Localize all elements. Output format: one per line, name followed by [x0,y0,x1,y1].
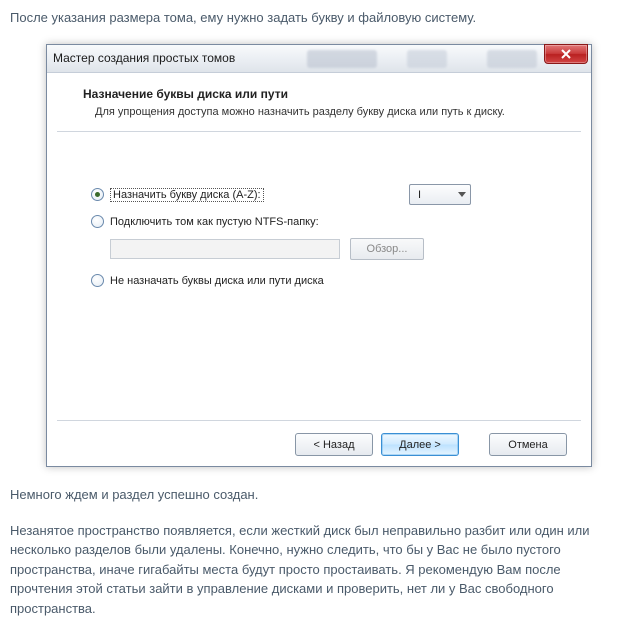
wizard-body: Назначить букву диска (A-Z): I Подключит… [63,132,575,420]
blur-decoration [307,50,377,68]
blur-decoration [487,50,537,68]
next-button[interactable]: Далее > [381,433,459,456]
blur-decoration [407,50,447,68]
wizard-dialog: Мастер создания простых томов Назначение… [46,44,592,468]
wizard-step-subtitle: Для упрощения доступа можно назначить ра… [95,105,535,120]
mount-path-input [110,239,340,259]
radio-no-assign-label[interactable]: Не назначать буквы диска или пути диска [110,275,324,287]
titlebar[interactable]: Мастер создания простых томов [47,45,591,73]
option-mount-folder-row: Подключить том как пустую NTFS-папку: [91,215,561,228]
option-assign-letter-row: Назначить букву диска (A-Z): I [91,184,561,205]
radio-assign-letter-label[interactable]: Назначить букву диска (A-Z): [110,189,264,201]
wizard-header: Назначение буквы диска или пути Для упро… [57,83,581,133]
wizard-step-title: Назначение буквы диска или пути [83,87,571,101]
radio-mount-folder-label[interactable]: Подключить том как пустую NTFS-папку: [110,216,319,228]
article-intro: После указания размера тома, ему нужно з… [10,8,615,28]
article-outro-1: Немного ждем и раздел успешно создан. [10,485,615,505]
article-outro-2: Незанятое пространство появляется, если … [10,521,615,619]
chevron-down-icon [458,192,466,197]
radio-mount-folder[interactable] [91,215,104,228]
radio-no-assign[interactable] [91,274,104,287]
close-icon [560,48,572,60]
dialog-content: Назначение буквы диска или пути Для упро… [47,73,591,467]
radio-assign-letter[interactable] [91,188,104,201]
drive-letter-value: I [418,189,421,201]
dialog-container: Мастер создания простых томов Назначение… [46,44,625,468]
mount-path-controls: Обзор... [110,238,561,260]
drive-letter-select[interactable]: I [409,184,471,205]
window-title: Мастер создания простых томов [53,51,235,65]
back-button[interactable]: < Назад [295,433,373,456]
option-no-assign-row: Не назначать буквы диска или пути диска [91,274,561,287]
close-button[interactable] [544,44,588,64]
wizard-footer: < Назад Далее > Отмена [57,420,581,456]
browse-button: Обзор... [350,238,424,260]
cancel-button[interactable]: Отмена [489,433,567,456]
